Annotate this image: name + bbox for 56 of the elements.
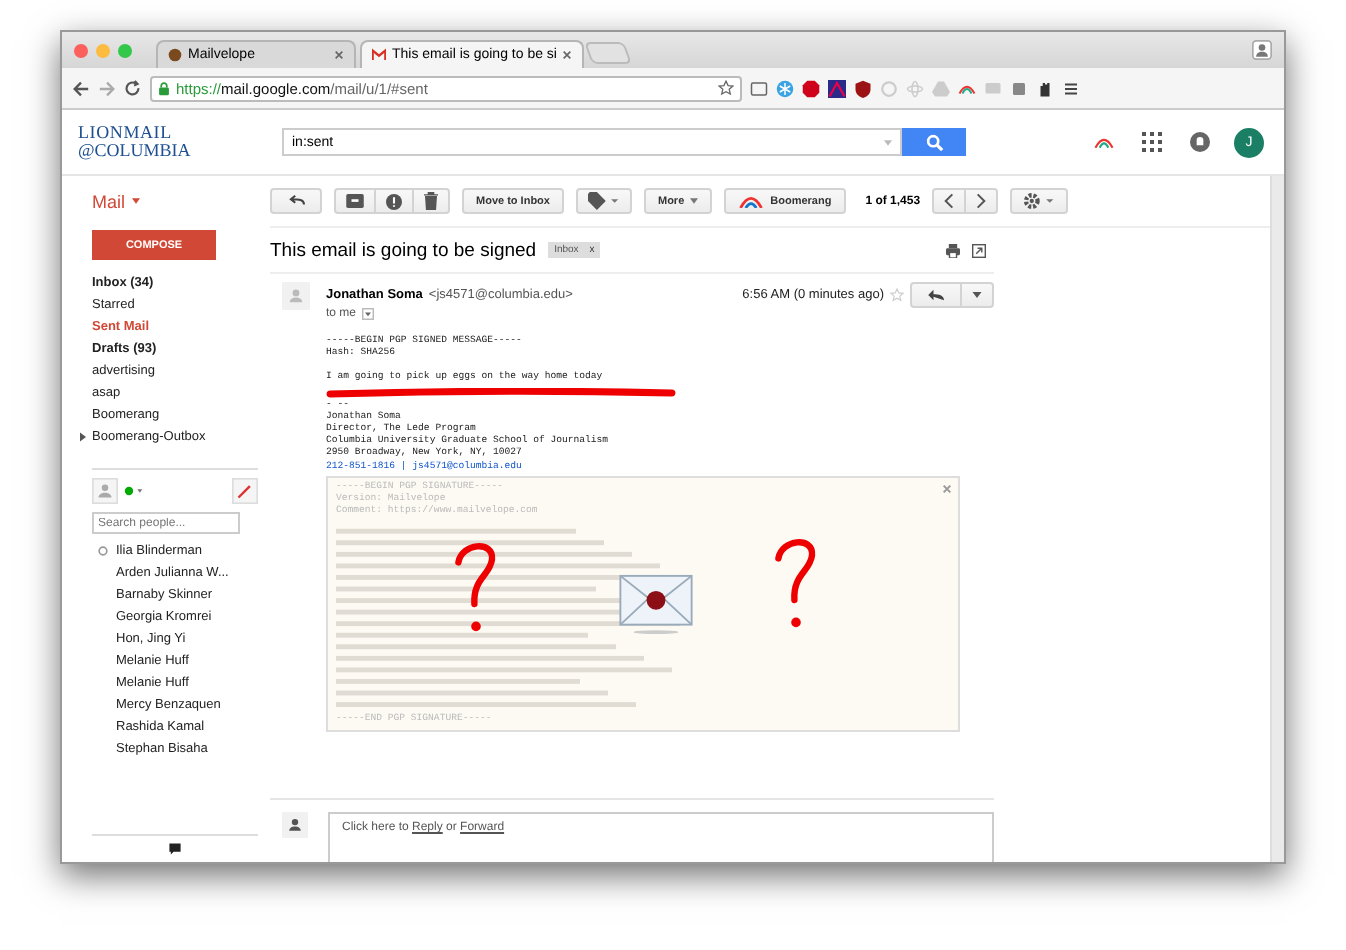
caret-icon — [690, 198, 699, 204]
close-icon[interactable] — [942, 483, 952, 494]
apps-grid-icon[interactable] — [1142, 132, 1162, 152]
rainbow-icon — [738, 194, 765, 208]
chevron-right-icon — [976, 192, 987, 210]
envelope-icon — [372, 48, 386, 62]
more-options-button[interactable] — [960, 282, 994, 308]
logo[interactable]: LIONMAIL @COLUMBIA — [78, 124, 226, 160]
stop-sign-icon[interactable] — [802, 79, 820, 97]
new-window-icon[interactable] — [972, 243, 986, 257]
expand-icon[interactable] — [80, 432, 86, 442]
print-icon[interactable] — [946, 243, 960, 257]
email-subject: This email is going to be signed — [270, 239, 537, 261]
sealed-envelope-icon — [618, 573, 694, 634]
exclamation-icon — [386, 193, 402, 209]
archive-button[interactable] — [334, 188, 376, 214]
menu-icon[interactable] — [1062, 79, 1080, 97]
close-icon[interactable] — [334, 50, 344, 60]
gear-icon — [1022, 192, 1057, 210]
person-icon[interactable] — [1252, 40, 1272, 60]
close-icon[interactable] — [562, 50, 573, 60]
status-ring-icon — [98, 546, 108, 556]
cast-icon[interactable] — [750, 79, 768, 97]
back-icon[interactable] — [72, 79, 90, 97]
lock-icon — [158, 81, 170, 95]
reply-icon — [927, 288, 945, 302]
square-icon[interactable] — [1010, 79, 1028, 97]
snowflake-icon[interactable] — [776, 79, 794, 97]
mail-menu[interactable]: Mail — [92, 191, 126, 211]
reply-button[interactable] — [910, 282, 962, 308]
labels-button[interactable] — [575, 188, 632, 214]
settings-button[interactable] — [1010, 188, 1069, 214]
bell-icon[interactable] — [1190, 132, 1210, 152]
status-dot-icon[interactable] — [124, 486, 144, 496]
previous-button[interactable] — [932, 188, 967, 214]
search-icon — [925, 133, 943, 151]
report-spam-button[interactable] — [374, 188, 414, 214]
avatar-silhouette — [282, 282, 310, 310]
star-icon[interactable] — [718, 80, 734, 96]
archive-icon — [346, 194, 364, 208]
delete-button[interactable] — [412, 188, 450, 214]
tag-icon — [587, 192, 620, 210]
caret-icon — [972, 292, 982, 298]
chevron-left-icon — [944, 192, 955, 210]
dropdown-icon[interactable] — [362, 308, 375, 320]
back-button[interactable] — [270, 188, 322, 214]
scrollbar[interactable] — [1270, 176, 1284, 862]
reload-icon[interactable] — [124, 79, 142, 97]
person-icon — [282, 812, 308, 838]
trash-icon — [424, 192, 438, 210]
back-arrow-icon — [287, 194, 305, 208]
search-button[interactable] — [902, 128, 966, 156]
caret-icon[interactable] — [131, 198, 140, 204]
circle-icon — [168, 48, 182, 62]
next-button[interactable] — [964, 188, 999, 214]
shield-icon[interactable] — [854, 79, 872, 97]
